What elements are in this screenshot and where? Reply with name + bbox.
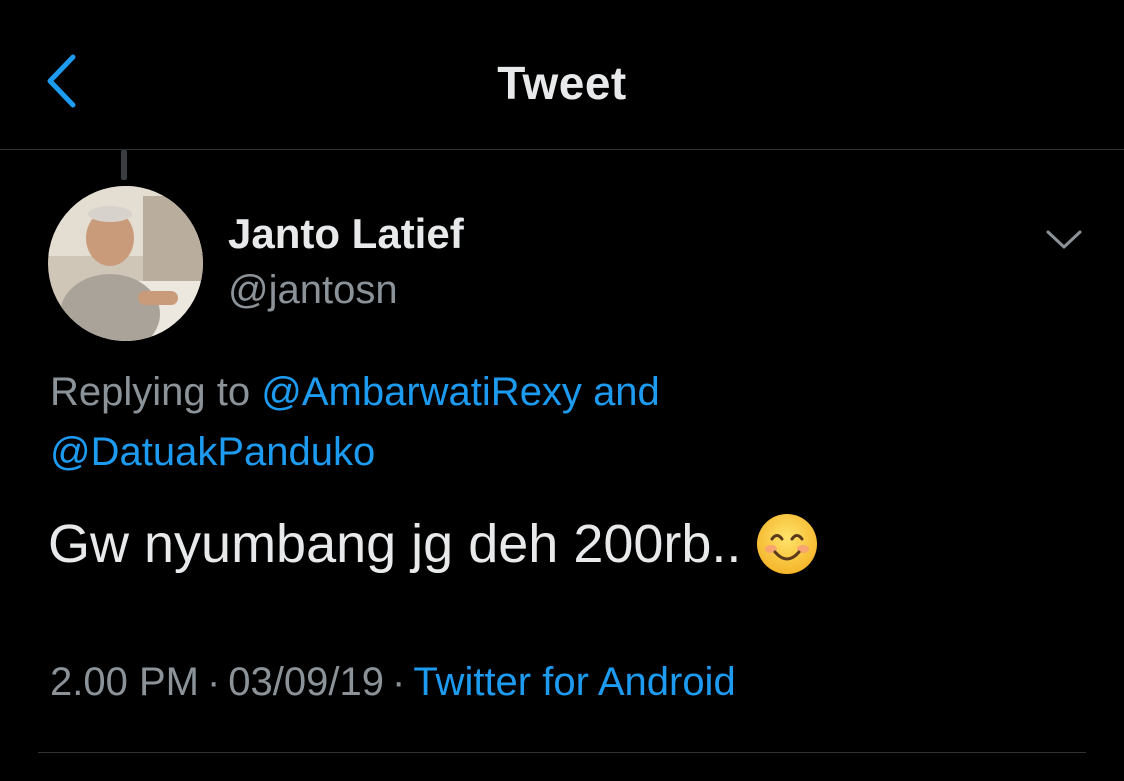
reply-context: Replying to @AmbarwatiRexy and @DatuakPa… <box>50 362 1080 482</box>
author-handle[interactable]: @jantosn <box>228 268 398 313</box>
separator-dot: · <box>206 660 221 704</box>
page-title: Tweet <box>497 57 627 109</box>
navigation-bar: Tweet <box>0 0 1124 150</box>
author-name[interactable]: Janto Latief <box>228 210 464 258</box>
tweet-text: Gw nyumbang jg deh 200rb.. <box>48 514 742 574</box>
divider <box>38 752 1086 753</box>
avatar[interactable] <box>48 186 203 341</box>
tweet-time: 2.00 PM <box>50 660 199 704</box>
mention-link[interactable]: @DatuakPanduko <box>50 430 375 474</box>
tweet-date: 03/09/19 <box>228 660 384 704</box>
tweet-body: Gw nyumbang jg deh 200rb.. <box>48 512 819 576</box>
thread-connector-line <box>121 150 127 180</box>
tweet-metadata: 2.00 PM · 03/09/19 · Twitter for Android <box>50 660 736 705</box>
reply-joiner: and <box>593 370 660 414</box>
reply-prefix: Replying to <box>50 370 251 414</box>
mention-link[interactable]: @AmbarwatiRexy <box>261 370 582 414</box>
chevron-down-icon <box>1045 229 1083 256</box>
separator-dot: · <box>392 660 406 704</box>
tweet-detail-screen: Tweet Janto Latief @jantosn Replying to … <box>0 0 1124 781</box>
smiling-face-emoji-icon <box>755 512 819 576</box>
tweet-source-link[interactable]: Twitter for Android <box>413 660 735 704</box>
more-options-button[interactable] <box>1042 222 1086 262</box>
